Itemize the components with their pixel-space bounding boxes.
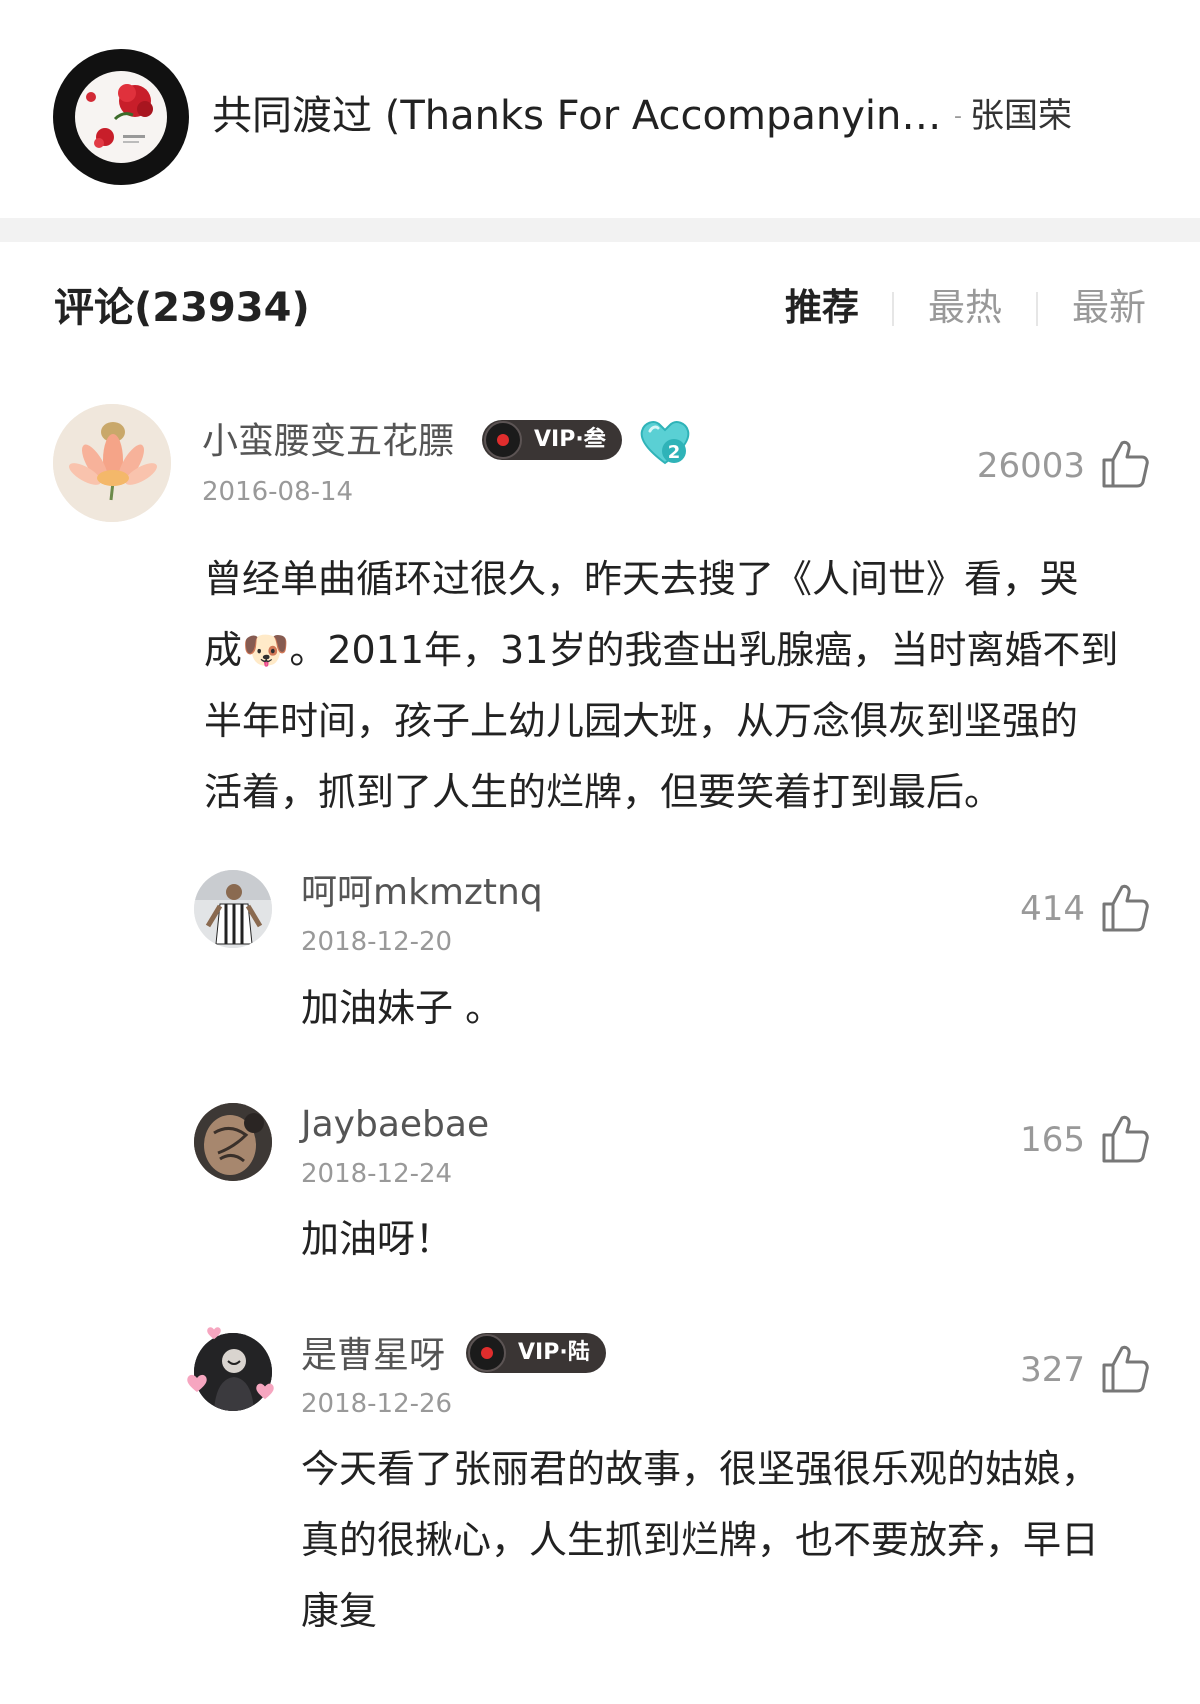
comment-text-line: 曾经单曲循环过很久，昨天去搜了《人间世》看，哭 [204,557,1079,601]
comment-text-line: 康复 [301,1589,378,1633]
like-count: 327 [1020,1350,1085,1390]
like-count: 165 [1020,1120,1085,1160]
user-name[interactable]: Jaybaebae [301,1101,489,1149]
vip-badge[interactable]: VIP·陆 [466,1333,606,1373]
song-artist[interactable]: - 张国荣 [954,86,1072,146]
pink-heart-icon [256,1383,274,1400]
tab-divider [892,292,894,326]
tab-divider [1036,292,1038,326]
comment-text-line: 活着，抓到了人生的烂牌，但要笑着打到最后。 [204,770,1003,814]
thumbs-up-icon[interactable] [1100,1343,1150,1399]
user-avatar[interactable] [194,870,272,948]
comment-text-line: 真的很揪心，人生抓到烂牌，也不要放弃，早日 [301,1518,1100,1562]
comment-text-line: 今天看了张丽君的故事，很坚强很乐观的姑娘， [301,1447,1100,1491]
like-count: 26003 [976,446,1085,486]
song-title[interactable]: 共同渡过 (Thanks For Accompanying … [212,86,952,146]
comment-date: 2016-08-14 [202,477,354,507]
artist-name[interactable]: 张国荣 [970,96,1072,136]
comment-date: 2018-12-24 [301,1159,453,1189]
user-avatar[interactable] [194,1103,272,1181]
comment-text: 今天看了张丽君的故事，很坚强很乐观的姑娘， 真的很揪心，人生抓到烂牌，也不要放弃… [301,1434,1181,1647]
comment-text: 曾经单曲循环过很久，昨天去搜了《人间世》看，哭 成🐶。2011年，31岁的我查出… [204,544,1164,828]
tab-newest[interactable]: 最新 [1072,278,1146,338]
heart-level-badge[interactable]: 2 [636,417,694,471]
user-avatar[interactable] [53,404,171,522]
vip-label: VIP·陆 [518,1340,590,1365]
tab-hottest[interactable]: 最热 [928,278,1002,338]
comment-date: 2018-12-20 [301,927,453,957]
comment-text-line: 成🐶。2011年，31岁的我查出乳腺癌，当时离婚不到 [204,628,1119,672]
song-header[interactable]: 共同渡过 (Thanks For Accompanying … - 张国荣 [0,0,1200,218]
heart-badge-icon: 2 [640,421,690,465]
vip-label: VIP·叁 [534,427,606,452]
song-cover-disc[interactable] [53,49,189,185]
vip-badge[interactable]: VIP·叁 [482,420,622,460]
user-name[interactable]: 呵呵mkmztnq [301,869,543,917]
section-divider [0,218,1200,242]
comment-text: 加油妹子 。 [301,973,1161,1044]
comment-text-line: 加油妹子 。 [301,986,504,1030]
vinyl-disc-icon [468,1334,506,1372]
like-count: 414 [1020,889,1085,929]
vinyl-disc-icon [484,421,522,459]
album-art [75,71,167,163]
heart-level-number: 2 [668,442,681,463]
tab-recommended[interactable]: 推荐 [785,278,859,338]
user-name[interactable]: 是曹星呀 [301,1332,445,1380]
pink-heart-icon [187,1374,207,1392]
thumbs-up-icon[interactable] [1100,1113,1150,1169]
pink-heart-icon [207,1327,221,1340]
user-name[interactable]: 小蛮腰变五花膘 [202,418,454,466]
comment-text-line: 半年时间，孩子上幼儿园大班，从万念俱灰到坚强的 [204,699,1079,743]
comment-date: 2018-12-26 [301,1389,453,1419]
artist-separator: - [954,104,962,129]
comment-text: 加油呀！ [301,1204,1161,1275]
thumbs-up-icon[interactable] [1100,882,1150,938]
thumbs-up-icon[interactable] [1100,438,1150,494]
comment-text-line: 加油呀！ [301,1217,454,1261]
comments-title: 评论(23934) [54,285,310,331]
